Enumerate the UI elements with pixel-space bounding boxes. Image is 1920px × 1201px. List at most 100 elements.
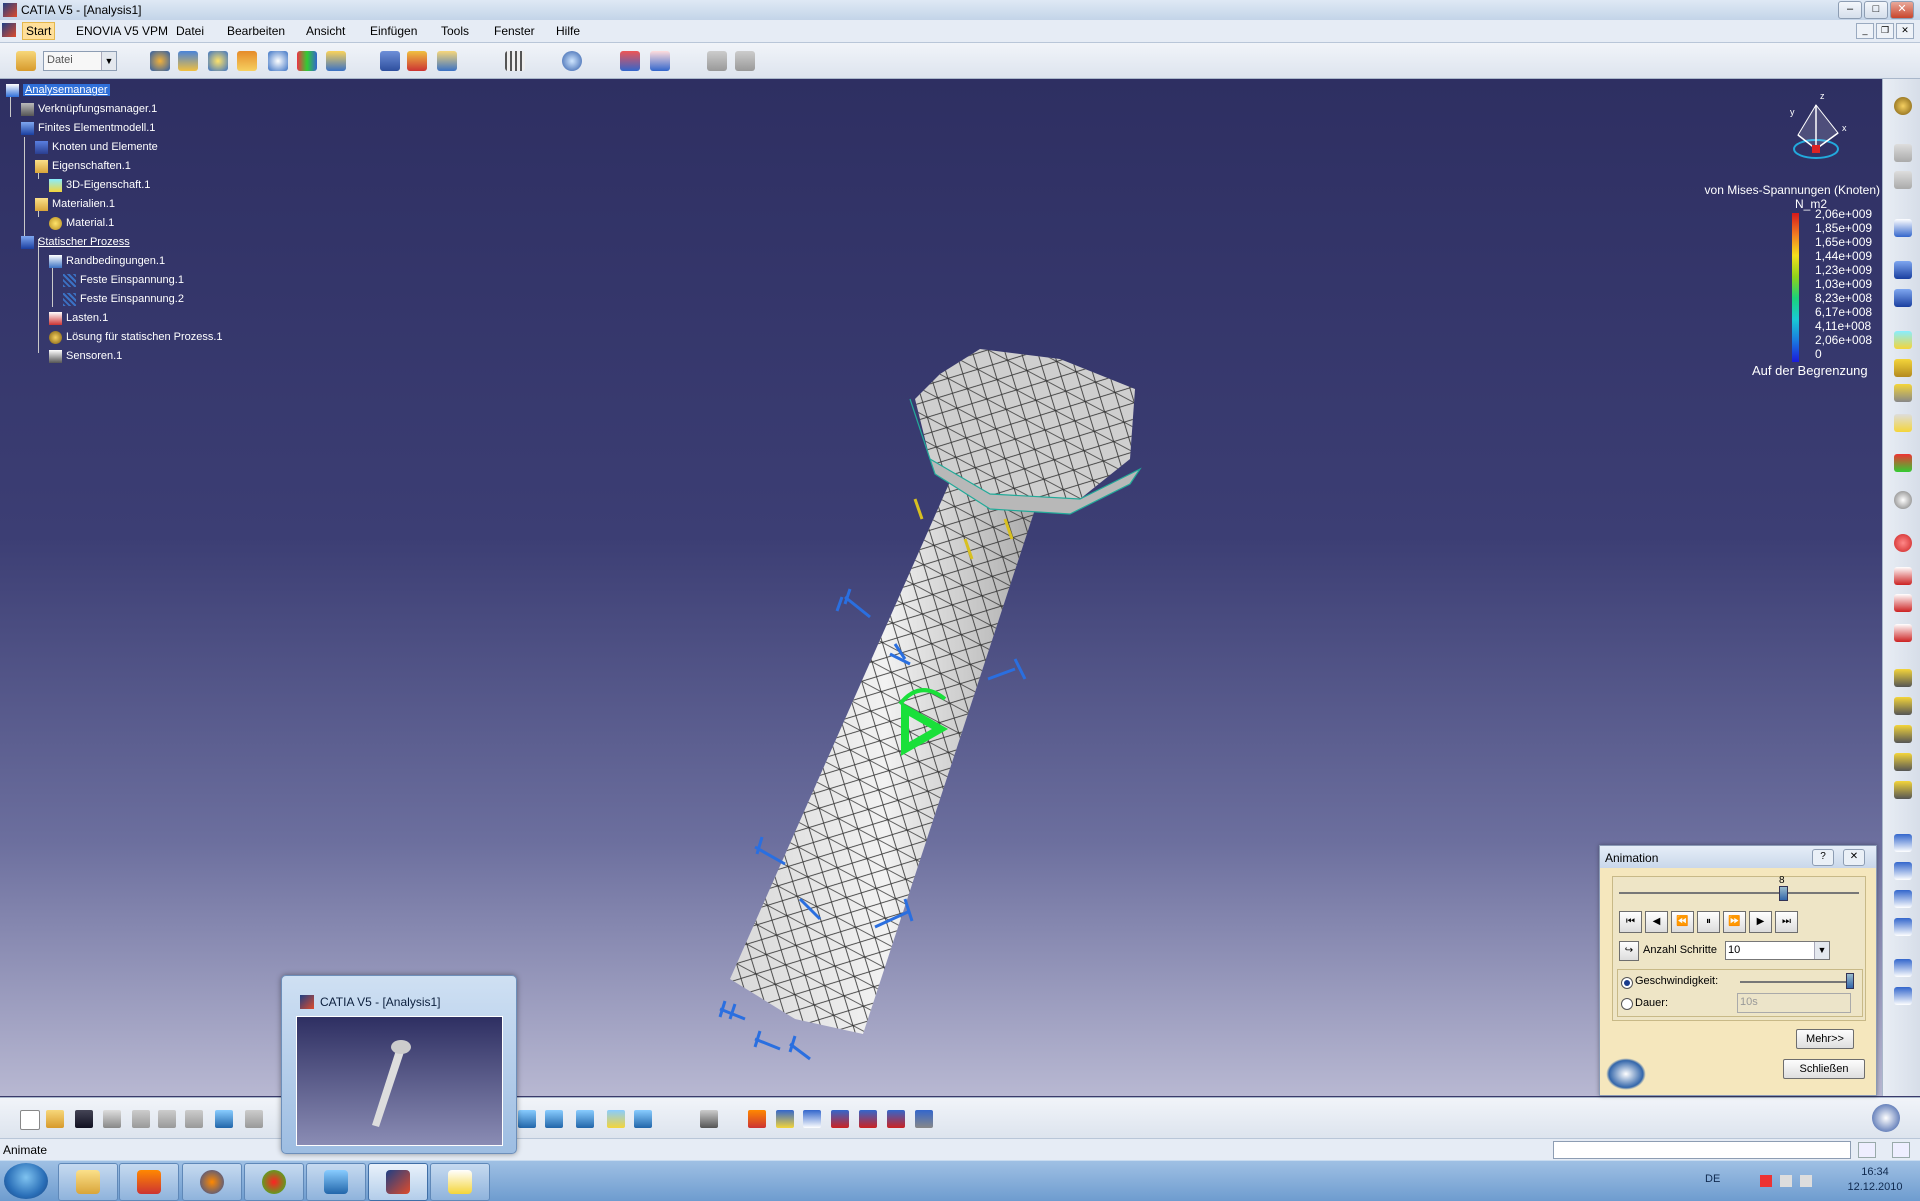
pressure-icon[interactable]	[1894, 567, 1912, 585]
tree-item-eigenschaften[interactable]: Eigenschaften.1	[35, 158, 131, 174]
tree-item-feste-einspannung-1[interactable]: Feste Einspannung.1	[63, 272, 184, 288]
image-icon[interactable]	[707, 51, 727, 71]
load-tool-icon[interactable]	[1894, 534, 1912, 552]
fem-tool-6-icon[interactable]	[887, 1110, 905, 1128]
tree-item-feste-einspannung-2[interactable]: Feste Einspannung.2	[63, 291, 184, 307]
compute-icon[interactable]	[150, 51, 170, 71]
taskbar-thumbnail-preview[interactable]: CATIA V5 - [Analysis1]	[281, 975, 517, 1154]
paste-icon[interactable]	[185, 1110, 203, 1128]
material-tool-icon[interactable]	[1894, 359, 1912, 377]
speed-radio[interactable]	[1621, 977, 1633, 989]
stress-icon[interactable]	[268, 51, 288, 71]
menu-datei[interactable]: Datei	[176, 24, 204, 38]
language-indicator[interactable]: DE	[1705, 1173, 1720, 1185]
tree-item-knoten-elemente[interactable]: Knoten und Elemente	[35, 139, 158, 155]
axis-tool-icon[interactable]	[1894, 987, 1912, 1005]
fem-tool-4-icon[interactable]	[831, 1110, 849, 1128]
taskbar-explorer[interactable]	[58, 1163, 118, 1201]
layer-icon[interactable]	[1894, 384, 1912, 402]
light-bulb-icon[interactable]	[208, 51, 228, 71]
connection-icon[interactable]	[1894, 414, 1912, 432]
tree-item-analysemanager[interactable]: Analysemanager	[6, 82, 110, 98]
command-input[interactable]	[1553, 1141, 1851, 1159]
color-palette-icon[interactable]	[297, 51, 317, 71]
menu-start[interactable]: Start	[22, 22, 56, 40]
frame-slider-track[interactable]	[1619, 892, 1859, 894]
fem-tool-7-icon[interactable]	[915, 1110, 933, 1128]
mesh-tool-icon[interactable]	[1894, 261, 1912, 279]
play-backward-button[interactable]: ◀	[1645, 911, 1668, 933]
menu-tools[interactable]: Tools	[441, 24, 469, 38]
chevron-down-icon[interactable]: ▼	[1814, 942, 1829, 959]
multi-view-icon[interactable]	[518, 1110, 536, 1128]
sphere-icon[interactable]	[1894, 491, 1912, 509]
clamp-tool-icon[interactable]	[1894, 697, 1912, 715]
sensor-icon[interactable]	[380, 51, 400, 71]
sensor-tool-icon[interactable]	[1894, 959, 1912, 977]
shading-icon[interactable]	[576, 1110, 594, 1128]
save-icon[interactable]	[75, 1110, 93, 1128]
tree-item-verknuepfungsmanager[interactable]: Verknüpfungsmanager.1	[21, 101, 157, 117]
duration-radio[interactable]	[1621, 998, 1633, 1010]
force-icon[interactable]	[1894, 594, 1912, 612]
tray-flag-icon[interactable]	[1760, 1175, 1772, 1187]
gear-icon[interactable]	[1894, 97, 1912, 115]
grid-icon[interactable]	[505, 51, 525, 71]
slider-tool-icon[interactable]	[1894, 725, 1912, 743]
compass-widget[interactable]: z y x	[1776, 79, 1866, 165]
taskbar-media[interactable]	[119, 1163, 179, 1201]
bolt-mesh-model[interactable]	[700, 259, 1160, 1089]
traffic-light-icon[interactable]	[1894, 454, 1912, 472]
menu-fenster[interactable]: Fenster	[494, 24, 535, 38]
speed-slider-track[interactable]	[1740, 981, 1850, 983]
document-icon[interactable]	[2, 23, 16, 37]
tree-item-lasten[interactable]: Lasten.1	[49, 310, 108, 326]
close-button[interactable]: ✕	[1890, 1, 1914, 19]
tree-item-loesung[interactable]: Lösung für statischen Prozess.1	[49, 329, 223, 345]
tree-item-3d-eigenschaft[interactable]: 3D-Eigenschaft.1	[49, 177, 150, 193]
tree-item-randbedingungen[interactable]: Randbedingungen.1	[49, 253, 165, 269]
menu-ansicht[interactable]: Ansicht	[306, 24, 345, 38]
workbench-combo[interactable]: Datei ▼	[43, 51, 117, 71]
swap-visible-icon[interactable]	[634, 1110, 652, 1128]
print-icon[interactable]	[103, 1110, 121, 1128]
menu-bearbeiten[interactable]: Bearbeiten	[227, 24, 285, 38]
analysis-tools-icon[interactable]	[620, 51, 640, 71]
smooth-part-icon[interactable]	[1894, 890, 1912, 908]
frame-slider-handle[interactable]	[1779, 886, 1788, 901]
virtual-part-icon[interactable]	[1894, 834, 1912, 852]
taskbar-paint[interactable]	[430, 1163, 490, 1201]
image-settings-icon[interactable]	[735, 51, 755, 71]
stress-legend[interactable]: von Mises-Spannungen (Knoten) N_m2 2,06e…	[1680, 183, 1880, 473]
cut-icon[interactable]	[132, 1110, 150, 1128]
copy-icon[interactable]	[1894, 144, 1912, 162]
chevron-down-icon[interactable]: ▼	[101, 52, 116, 70]
tray-network-icon[interactable]	[1780, 1175, 1792, 1187]
start-orb-button[interactable]	[4, 1163, 48, 1199]
taskbar-clock[interactable]: 16:34 12.12.2010	[1835, 1165, 1915, 1195]
first-frame-button[interactable]: ⏮	[1619, 911, 1642, 933]
status-button-2[interactable]	[1892, 1142, 1910, 1158]
fem-tool-2-icon[interactable]	[776, 1110, 794, 1128]
menu-enovia[interactable]: ENOVIA V5 VPM	[76, 24, 168, 38]
restraint-tool-icon[interactable]	[1894, 669, 1912, 687]
animate-icon[interactable]	[326, 51, 346, 71]
select-arrow-icon[interactable]	[1894, 219, 1912, 237]
dialog-close-button[interactable]: ✕	[1843, 849, 1865, 866]
undo-icon[interactable]	[215, 1110, 233, 1128]
menu-hilfe[interactable]: Hilfe	[556, 24, 580, 38]
tree-item-sensoren[interactable]: Sensoren.1	[49, 348, 122, 364]
help-button[interactable]: ?	[1812, 849, 1834, 866]
spring-part-icon[interactable]	[1894, 918, 1912, 936]
duration-input[interactable]: 10s	[1737, 993, 1851, 1013]
tree-item-material[interactable]: Material.1	[49, 215, 114, 231]
minimize-button[interactable]: –	[1838, 1, 1862, 19]
tray-volume-icon[interactable]	[1800, 1175, 1812, 1187]
fem-tool-1-icon[interactable]	[748, 1110, 766, 1128]
step-forward-button[interactable]: ⏩	[1723, 911, 1746, 933]
open-icon[interactable]	[46, 1110, 64, 1128]
last-frame-button[interactable]: ⏭	[1775, 911, 1798, 933]
doc-close-button[interactable]: ✕	[1896, 23, 1914, 39]
fem-tool-5-icon[interactable]	[859, 1110, 877, 1128]
doc-minimize-button[interactable]: _	[1856, 23, 1874, 39]
